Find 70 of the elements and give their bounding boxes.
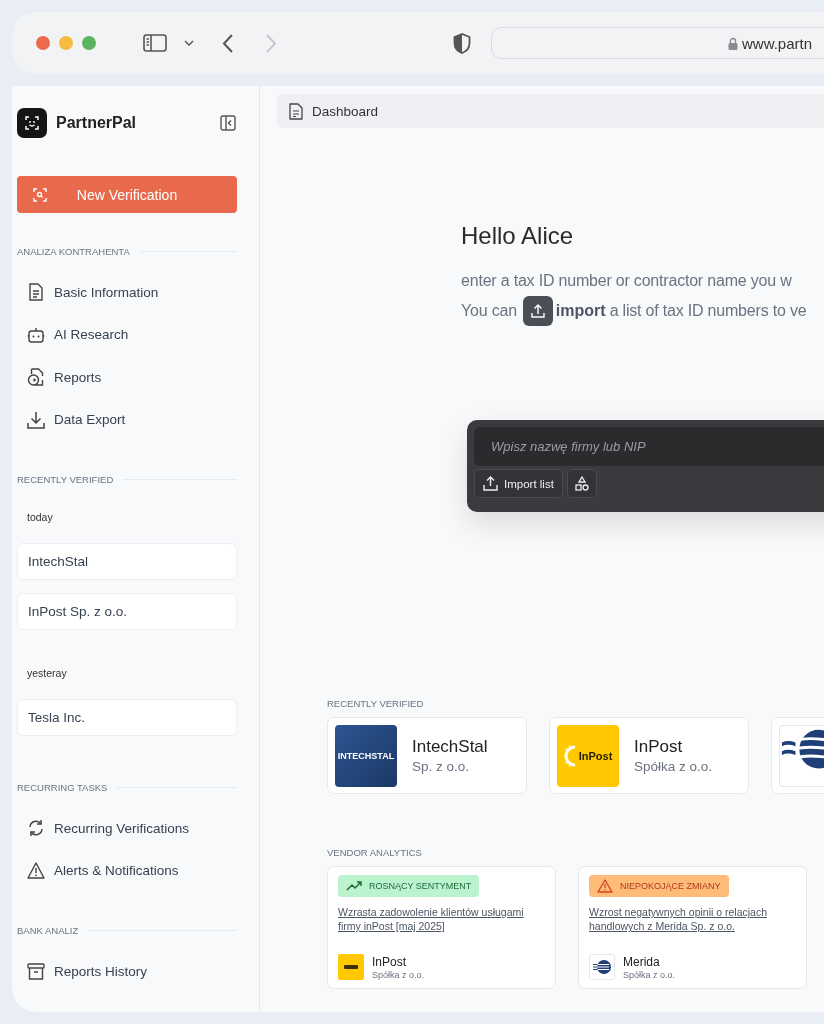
nav-item[interactable]: Reports History <box>17 950 237 993</box>
scan-icon <box>33 187 47 202</box>
section-heading: RECENTLY VERIFIED <box>17 474 114 485</box>
nav-item[interactable]: Basic Information <box>17 271 237 314</box>
breadcrumb-item[interactable]: Dashboard <box>312 103 379 119</box>
section-heading: BANK ANALIZ <box>17 925 79 936</box>
company-name: Merida <box>623 954 661 969</box>
download-icon <box>27 410 45 429</box>
shield-icon[interactable] <box>453 32 471 54</box>
company-type: Sp. z o.o. <box>412 759 471 774</box>
greeting: Hello Alice <box>461 222 575 250</box>
refresh-icon <box>27 819 45 838</box>
nav-item[interactable]: Recurring Verifications <box>17 807 237 850</box>
company-logo: INTECHSTAL <box>335 724 397 787</box>
nav-item[interactable]: Data Export <box>17 398 237 441</box>
headline-link[interactable]: Wzrost negatywnych opinii o relacjach handlowych z Merida Sp. z o.o. <box>589 905 796 934</box>
lock-icon <box>728 36 738 50</box>
robot-icon <box>27 326 45 343</box>
company-type: Spółka z o.o. <box>623 969 676 980</box>
collapse-sidebar-icon[interactable] <box>220 115 236 131</box>
section-heading: RECENTLY VERIFIED <box>327 698 425 709</box>
nav-item[interactable]: Reports <box>17 356 237 399</box>
company-card[interactable]: INTECHSTAL IntechStal Sp. z o.o. <box>327 717 527 794</box>
company-logo: InPost <box>557 724 619 787</box>
company-card[interactable]: InPost InPost Spółka z o.o. <box>549 717 749 794</box>
section-heading: ANALIZA KONTRAHENTA <box>17 246 130 257</box>
app-name: PartnerPal <box>56 114 137 132</box>
status-tag: NIEPOKOJĄCE ZMIANY <box>589 875 729 897</box>
trend-up-icon <box>346 881 362 891</box>
warning-icon <box>27 862 45 880</box>
company-type: Spółka z o.o. <box>634 759 713 774</box>
headline-link[interactable]: Wzrasta zadowolenie klientów usługami firmy inPost [maj 2025] <box>338 905 545 934</box>
nav-item[interactable]: Alerts & Notifications <box>17 849 237 892</box>
recent-company-item[interactable]: IntechStal <box>17 543 237 580</box>
date-label: today <box>27 511 54 523</box>
instruction-text: You can <box>461 302 517 320</box>
instruction-text: enter a tax ID number or contractor name you w <box>461 272 793 290</box>
document-icon <box>289 102 303 120</box>
section-heading: RECURRING TASKS <box>17 782 108 793</box>
upload-icon <box>530 304 545 318</box>
sidebar-toggle-icon[interactable] <box>143 34 167 52</box>
upload-icon <box>483 476 498 491</box>
inpost-logo-icon <box>338 954 364 980</box>
warning-icon <box>597 879 613 893</box>
shapes-icon <box>574 476 589 491</box>
upload-button[interactable] <box>522 296 553 326</box>
report-icon <box>27 368 45 387</box>
section-heading: VENDOR ANALYTICS <box>327 847 423 858</box>
back-icon[interactable] <box>222 33 233 53</box>
date-label: yesteray <box>27 667 68 679</box>
status-tag: ROSNĄCY SENTYMENT <box>338 875 480 897</box>
company-name: IntechStal <box>412 737 488 757</box>
archive-icon <box>27 962 45 980</box>
shapes-button[interactable] <box>566 469 597 498</box>
address-field[interactable]: www.partn <box>491 27 824 59</box>
instruction-text: a list of tax ID numbers to ve <box>609 302 807 320</box>
company-type: Spółka z o.o. <box>372 969 425 980</box>
chevron-down-icon[interactable] <box>184 40 194 46</box>
import-list-button[interactable]: Import list <box>474 469 563 498</box>
search-field[interactable]: Wpisz nazwę firmy lub NIP <box>474 427 824 466</box>
recent-company-item[interactable]: Tesla Inc. <box>17 699 237 736</box>
close-button[interactable] <box>36 36 50 50</box>
recent-company-item[interactable]: InPost Sp. z o.o. <box>17 593 237 630</box>
app-logo-icon <box>17 108 47 138</box>
import-link[interactable]: import <box>555 302 606 320</box>
company-name: InPost <box>372 954 408 969</box>
document-icon <box>27 283 45 302</box>
merida-logo-icon <box>589 954 615 980</box>
nav-item[interactable]: AI Research <box>17 313 237 356</box>
company-name: InPost <box>634 737 684 757</box>
